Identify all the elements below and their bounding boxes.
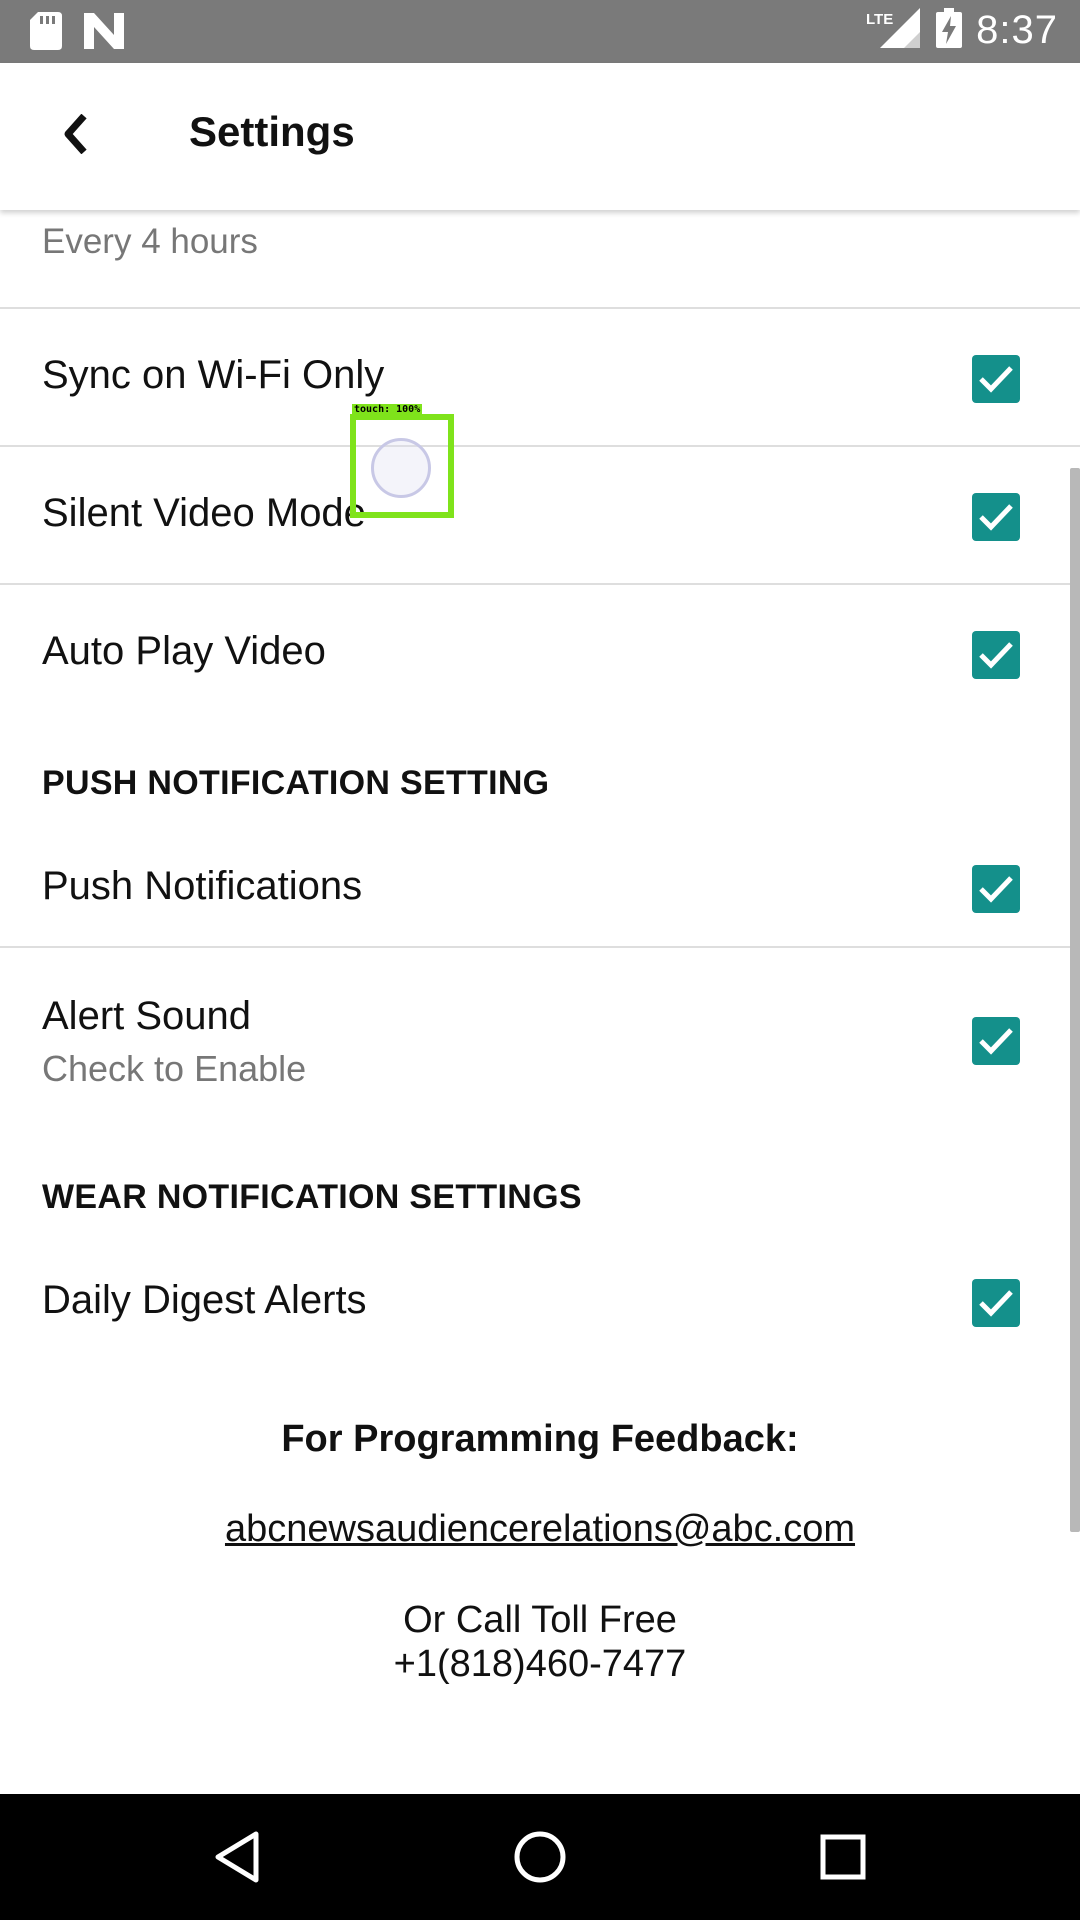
daily-digest-label: Daily Digest Alerts xyxy=(42,1278,367,1322)
status-bar-right: LTE 8:37 xyxy=(866,8,1058,53)
battery-charging-icon xyxy=(936,8,963,53)
auto-play-row[interactable]: Auto Play Video xyxy=(0,587,1080,723)
sync-interval-value: Every 4 hours xyxy=(42,222,258,261)
lte-signal-icon: LTE xyxy=(866,8,922,53)
auto-play-label: Auto Play Video xyxy=(42,629,326,673)
check-icon xyxy=(979,504,1013,531)
clock: 8:37 xyxy=(976,8,1058,52)
navigation-bar xyxy=(0,1794,1080,1920)
alert-sound-sublabel: Check to Enable xyxy=(42,1048,307,1089)
settings-list[interactable]: Every 4 hours Sync on Wi-Fi Only Silent … xyxy=(0,210,1080,1794)
back-chevron-icon xyxy=(64,114,87,154)
feedback-email-link[interactable]: abcnewsaudiencerelations@abc.com xyxy=(0,1508,1080,1551)
back-nav-button[interactable] xyxy=(202,1822,272,1892)
push-notifications-row[interactable]: Push Notifications xyxy=(0,830,1080,948)
check-icon xyxy=(979,642,1013,669)
page-title: Settings xyxy=(189,108,355,155)
back-triangle-icon xyxy=(215,1831,259,1883)
sd-card-icon xyxy=(30,12,62,55)
touch-point-indicator xyxy=(371,438,431,498)
status-bar-left xyxy=(30,12,124,55)
auto-play-checkbox[interactable] xyxy=(972,631,1020,679)
status-bar: LTE 8:37 xyxy=(0,0,1080,63)
alert-sound-checkbox[interactable] xyxy=(972,1017,1020,1065)
silent-video-row[interactable]: Silent Video Mode xyxy=(0,449,1080,585)
svg-text:LTE: LTE xyxy=(866,11,893,28)
n-notification-icon xyxy=(84,13,124,54)
touch-indicator-label: touch: 100% xyxy=(352,404,423,415)
check-icon xyxy=(979,366,1013,393)
home-nav-button[interactable] xyxy=(505,1822,575,1892)
push-section-header: PUSH NOTIFICATION SETTING xyxy=(42,764,550,802)
scrollbar[interactable] xyxy=(1070,468,1080,1532)
check-icon xyxy=(979,1290,1013,1317)
sync-wifi-checkbox[interactable] xyxy=(972,355,1020,403)
silent-video-checkbox[interactable] xyxy=(972,493,1020,541)
feedback-phone-number[interactable]: +1(818)460-7477 xyxy=(0,1642,1080,1686)
recents-nav-button[interactable] xyxy=(808,1822,878,1892)
alert-sound-row[interactable]: Alert Sound Check to Enable xyxy=(0,950,1080,1120)
recents-square-icon xyxy=(820,1834,866,1880)
sync-interval-row[interactable]: Every 4 hours xyxy=(0,210,1080,309)
push-notifications-label: Push Notifications xyxy=(42,864,363,908)
daily-digest-checkbox[interactable] xyxy=(972,1279,1020,1327)
silent-video-label: Silent Video Mode xyxy=(42,491,366,535)
feedback-title: For Programming Feedback: xyxy=(281,1418,799,1460)
check-icon xyxy=(979,876,1013,903)
back-button[interactable] xyxy=(40,99,110,169)
alert-sound-label: Alert Sound xyxy=(42,994,252,1038)
home-circle-icon xyxy=(514,1831,566,1883)
sync-wifi-label: Sync on Wi-Fi Only xyxy=(42,353,385,397)
wear-section-header: WEAR NOTIFICATION SETTINGS xyxy=(42,1178,582,1216)
check-icon xyxy=(979,1028,1013,1055)
app-bar: Settings xyxy=(0,63,1080,210)
push-notifications-checkbox[interactable] xyxy=(972,865,1020,913)
daily-digest-row[interactable]: Daily Digest Alerts xyxy=(0,1244,1080,1362)
feedback-call-line1: Or Call Toll Free xyxy=(403,1599,677,1641)
sync-wifi-row[interactable]: Sync on Wi-Fi Only xyxy=(0,311,1080,447)
feedback-call-text: Or Call Toll Free +1(818)460-7477 xyxy=(0,1598,1080,1686)
